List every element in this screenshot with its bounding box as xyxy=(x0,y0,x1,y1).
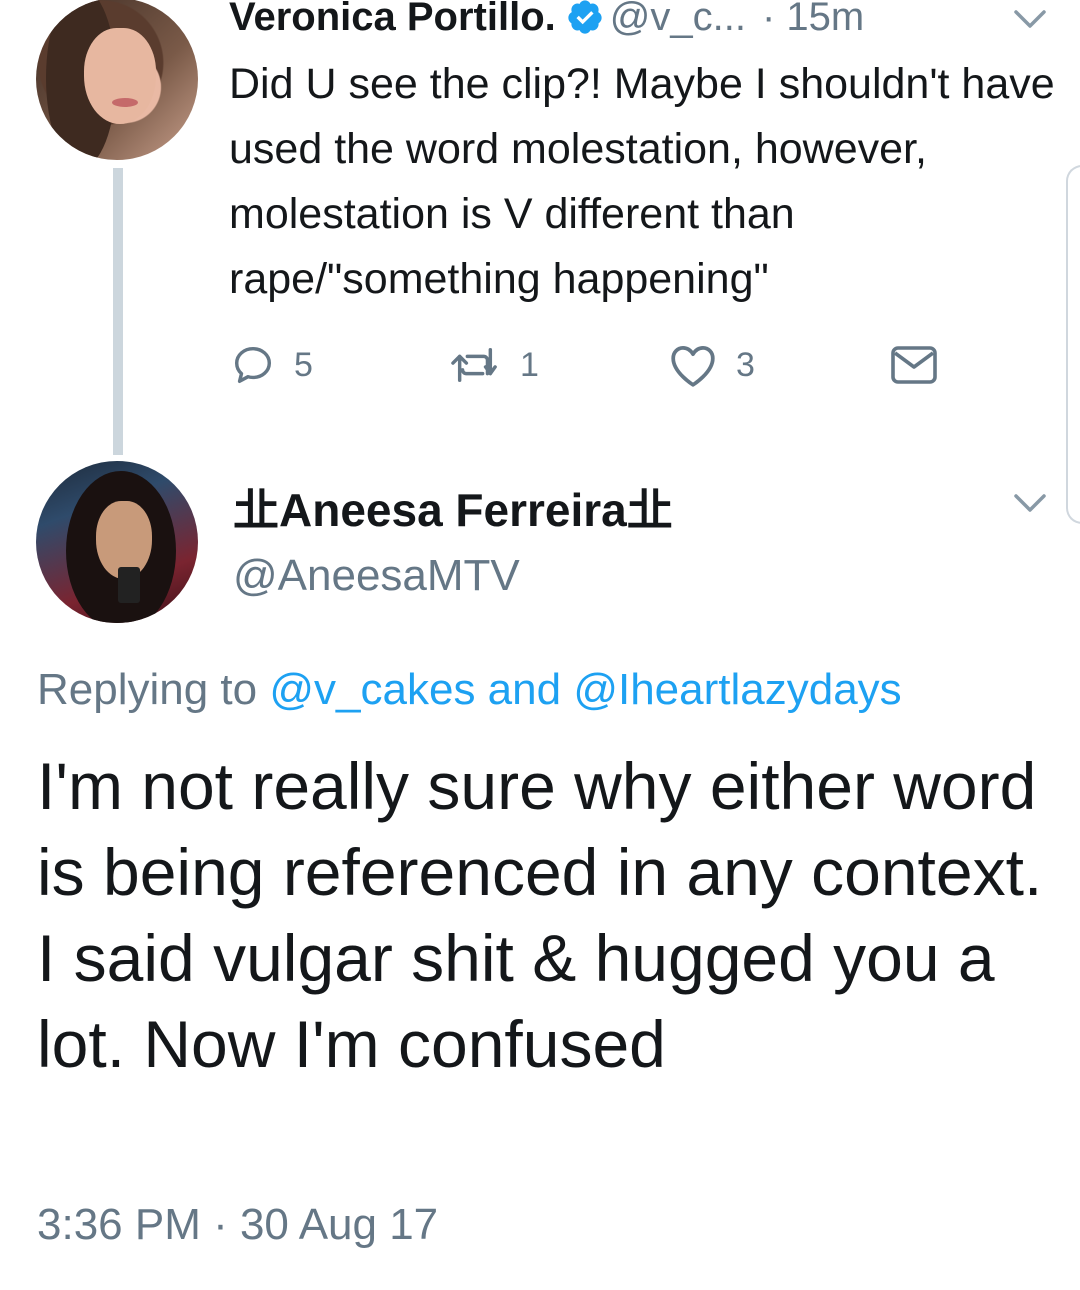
tweet2-handle[interactable]: @AneesaMTV xyxy=(233,546,520,606)
mention-link-iheartlazydays[interactable]: @Iheartlazydays xyxy=(573,665,901,714)
tweet1-header: Veronica Portillo. @v_c... · 15m xyxy=(229,0,864,46)
tweet1-handle[interactable]: @v_c... xyxy=(610,0,746,39)
chevron-down-icon[interactable] xyxy=(1010,488,1050,518)
replying-prefix: Replying to xyxy=(37,665,270,714)
avatar-phone xyxy=(118,567,140,603)
avatar-veronica[interactable] xyxy=(36,0,198,160)
replying-and: and xyxy=(475,665,574,714)
thread-line xyxy=(113,168,123,455)
reply-button[interactable]: 5 xyxy=(230,340,313,390)
reply-icon xyxy=(234,346,272,384)
tweet1-author-name[interactable]: Veronica Portillo. xyxy=(229,0,556,39)
avatar-lips xyxy=(112,98,138,107)
replying-to-line: Replying to @v_cakes and @Iheartlazydays xyxy=(37,660,902,720)
direct-message-button[interactable] xyxy=(890,340,938,390)
envelope-icon xyxy=(891,346,937,384)
tweet2-text: I'm not really sure why either word is b… xyxy=(37,749,1043,1081)
scroll-indicator[interactable] xyxy=(1066,165,1080,524)
mention-link-v-cakes[interactable]: @v_cakes xyxy=(269,665,475,714)
retweet-button[interactable]: 1 xyxy=(448,340,539,390)
retweet-icon xyxy=(451,347,497,383)
chevron-down-icon[interactable] xyxy=(1010,4,1050,34)
avatar-aneesa[interactable] xyxy=(36,461,198,623)
like-button[interactable]: 3 xyxy=(668,340,755,390)
tweet1-text: Did U see the clip?! Maybe I shouldn't h… xyxy=(229,60,1055,303)
tweet1-time[interactable]: · 15m xyxy=(762,0,864,39)
avatar-face xyxy=(84,28,156,124)
reply-count: 5 xyxy=(294,345,313,384)
tweet2-timestamp[interactable]: 3:36 PM · 30 Aug 17 xyxy=(37,1195,438,1255)
like-count: 3 xyxy=(736,345,755,384)
tweet2-author-name[interactable]: 㐀Aneesa Ferreira㐀 xyxy=(233,480,673,540)
heart-icon xyxy=(671,346,715,387)
retweet-count: 1 xyxy=(520,345,539,384)
verified-badge-icon xyxy=(568,0,602,34)
